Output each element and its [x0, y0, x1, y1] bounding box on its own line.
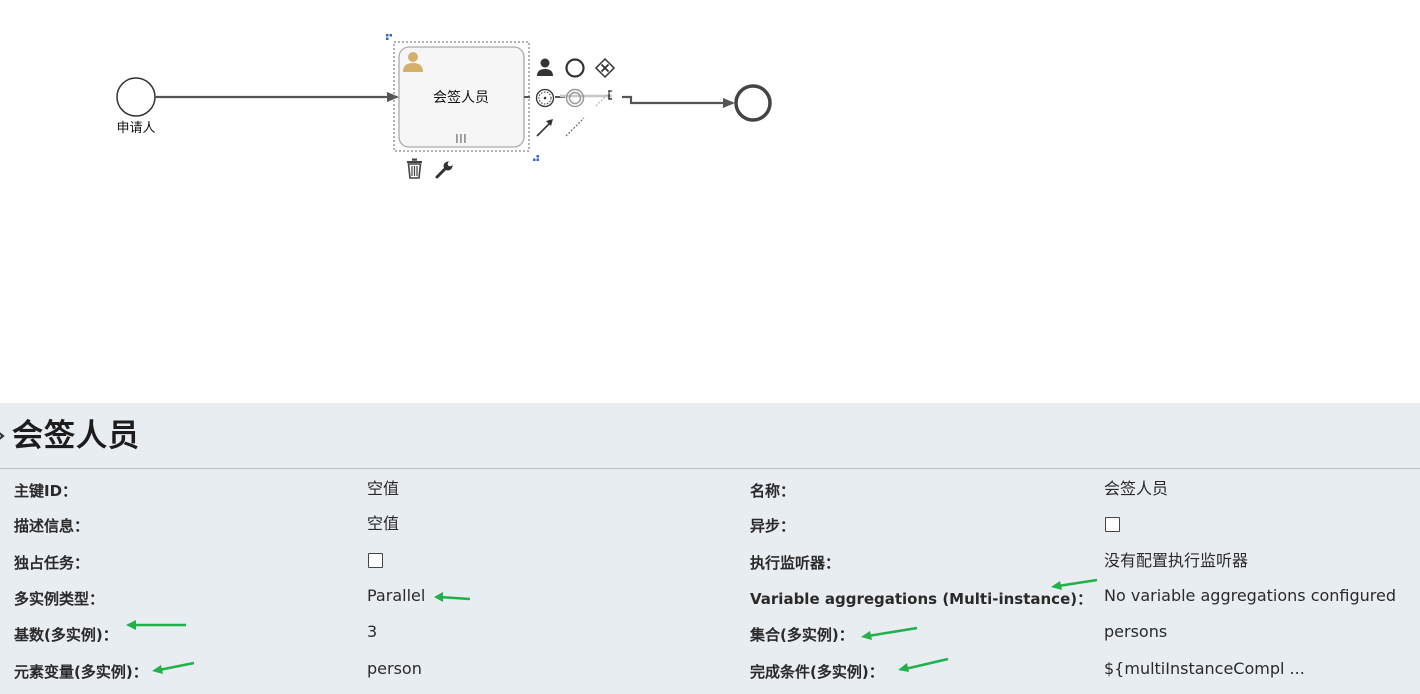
annotation-arrow-icon: [1051, 578, 1098, 590]
property-label-description: 描述信息：: [14, 517, 90, 535]
annotation-arrow-icon: [152, 661, 195, 674]
gateway-icon[interactable]: [594, 57, 616, 79]
property-label-variable-aggregations: Variable aggregations (Multi-instance)：: [750, 590, 1093, 608]
property-value-completion-condition[interactable]: ${multiInstanceCompl ...: [1104, 659, 1305, 679]
annotation-arrow-icon: [434, 592, 471, 602]
user-task-label: 会签人员: [433, 89, 489, 106]
collapse-arrow-icon[interactable]: [0, 429, 6, 443]
user-task-icon[interactable]: [537, 58, 553, 77]
property-label-async: 异步：: [750, 517, 796, 535]
bpmn-canvas[interactable]: 申请人 会签人员: [0, 0, 1420, 403]
resize-handle-bottom-right[interactable]: [533, 155, 539, 161]
start-event[interactable]: [116, 77, 156, 117]
annotation-arrow-icon: [861, 626, 918, 640]
property-value-cardinality[interactable]: 3: [367, 622, 377, 642]
property-label-completion-condition: 完成条件(多实例)：: [750, 663, 884, 681]
wrench-icon[interactable]: [435, 161, 453, 179]
property-label-cardinality: 基数(多实例)：: [14, 626, 118, 644]
property-value-id[interactable]: 空值: [367, 479, 399, 499]
delete-icon[interactable]: [407, 158, 422, 179]
async-checkbox[interactable]: [1105, 517, 1120, 532]
property-label-id: 主键ID：: [14, 482, 78, 500]
intermediate-event-icon[interactable]: [565, 58, 585, 78]
end-event-icon[interactable]: [565, 88, 585, 108]
exclusive-checkbox[interactable]: [368, 553, 383, 568]
property-label-exclusive: 独占任务：: [14, 554, 90, 572]
property-label-execution-listeners: 执行监听器：: [750, 554, 841, 572]
properties-panel: 会签人员 主键ID： 空值 描述信息： 空值 独占任务： 多实例类型： Para…: [0, 403, 1420, 694]
annotation-arrow-icon: [898, 657, 949, 672]
property-value-multi-instance-type[interactable]: Parallel: [367, 586, 425, 606]
property-value-execution-listeners[interactable]: 没有配置执行监听器: [1104, 551, 1248, 571]
property-value-element-variable[interactable]: person: [367, 659, 422, 679]
property-value-variable-aggregations[interactable]: No variable aggregations configured: [1104, 586, 1396, 606]
property-label-element-variable: 元素变量(多实例)：: [14, 663, 148, 681]
property-label-collection: 集合(多实例)：: [750, 626, 854, 644]
property-label-multi-instance-type: 多实例类型：: [14, 590, 105, 608]
property-value-name[interactable]: 会签人员: [1104, 479, 1168, 499]
property-label-name: 名称：: [750, 482, 796, 500]
properties-header: 会签人员: [0, 403, 1420, 469]
property-value-description[interactable]: 空值: [367, 514, 399, 534]
end-event[interactable]: [734, 84, 772, 122]
properties-title: 会签人员: [12, 418, 140, 454]
diagram-svg[interactable]: 申请人 会签人员: [0, 0, 1420, 403]
association-icon[interactable]: [565, 117, 585, 137]
property-value-collection[interactable]: persons: [1104, 622, 1167, 642]
sequence-flow-task-to-end[interactable]: [622, 95, 735, 108]
text-annotation-icon[interactable]: [595, 88, 614, 107]
timer-event-icon[interactable]: [535, 88, 555, 108]
resize-handle-top-left[interactable]: [386, 34, 392, 40]
parallel-multi-instance-icon: [456, 134, 466, 143]
annotation-arrow-icon: [126, 620, 186, 630]
start-event-label: 申请人: [116, 121, 155, 136]
sequence-flow-icon[interactable]: [536, 119, 553, 137]
